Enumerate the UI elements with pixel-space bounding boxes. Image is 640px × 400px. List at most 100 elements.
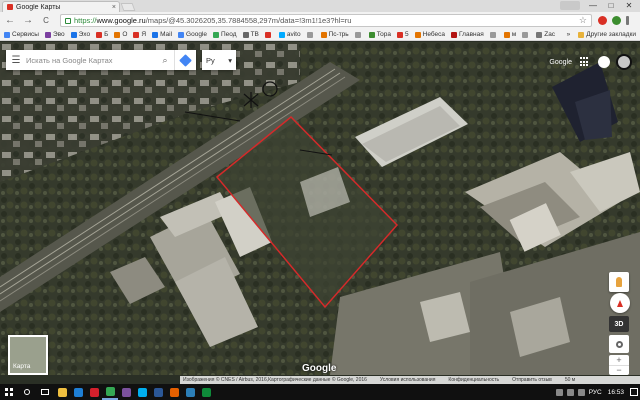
bookmark-item[interactable]: Mail [152, 31, 172, 38]
my-location-button[interactable] [609, 335, 629, 353]
tray-arrow-icon[interactable] [555, 388, 563, 396]
layers-toggle[interactable]: Карта [8, 335, 48, 375]
start-button[interactable] [0, 384, 18, 400]
bookmark-label: м [511, 31, 517, 38]
forward-button[interactable]: → [22, 15, 34, 27]
other-bookmarks[interactable]: » Другие закладки [567, 31, 636, 38]
bookmark-item[interactable]: Эхо [70, 31, 90, 38]
opera-extension-icon[interactable] [598, 16, 607, 25]
address-bar[interactable]: https://www.google.ru/maps/@45.3026205,3… [60, 14, 592, 27]
bookmark-label: Пеод [221, 31, 237, 38]
bookmark-item[interactable]: Сервисы [4, 31, 39, 38]
satellite-imagery [0, 42, 640, 375]
directions-button[interactable] [174, 50, 196, 70]
system-tray: РУС 16:53 [555, 384, 638, 400]
browser-tab[interactable]: Google Карты × [2, 1, 120, 12]
compass-button[interactable] [610, 293, 630, 313]
bookmark-favicon-icon [414, 31, 421, 38]
bookmark-item[interactable] [522, 31, 530, 38]
bookmark-label: avito [286, 31, 301, 38]
bookmark-item[interactable]: Б [96, 31, 108, 38]
bookmark-item[interactable]: 5 [397, 31, 409, 38]
bookmark-item[interactable] [264, 31, 273, 38]
notifications-icon[interactable] [598, 56, 610, 68]
bookmark-favicon-icon [178, 31, 185, 38]
street-view-pegman[interactable] [609, 272, 629, 292]
scale-bar[interactable]: 50 м [562, 377, 575, 383]
taskbar-search-button[interactable] [18, 384, 36, 400]
taskbar-app-media[interactable] [182, 384, 198, 400]
taskbar-app-chrome[interactable] [102, 384, 118, 400]
bookmark-item[interactable]: Google [178, 31, 207, 38]
bookmark-favicon-icon [397, 31, 403, 38]
avatar[interactable] [616, 54, 632, 70]
map-attribution: Изображения © CNES / Airbus, 2016,Картог… [180, 376, 640, 384]
taskbar-app-skype[interactable] [134, 384, 150, 400]
map-search-box[interactable]: ☰ Искать на Google Картах ⌕ [6, 50, 196, 70]
location-icon [615, 340, 623, 348]
privacy-link[interactable]: Конфиденциальность [445, 377, 499, 383]
bookmark-item[interactable]: Тора [368, 31, 391, 38]
bookmark-label: 5 [405, 31, 409, 38]
hamburger-menu-icon[interactable]: ☰ [6, 55, 26, 66]
more-bookmarks-chevron-icon: » [566, 31, 571, 38]
taskbar-app-viber[interactable] [118, 384, 134, 400]
taskbar-app-firefox[interactable] [166, 384, 182, 400]
bookmark-item[interactable]: Пс-трь [320, 31, 349, 38]
zoom-out-button[interactable]: − [609, 365, 629, 375]
taskbar-app-store[interactable] [198, 384, 214, 400]
maximize-button[interactable]: □ [602, 0, 620, 11]
bookmark-item[interactable] [306, 31, 315, 38]
bookmark-favicon-icon [503, 31, 510, 38]
bookmark-item[interactable]: ТВ [242, 31, 259, 38]
bookmark-item[interactable]: Я [133, 31, 146, 38]
apps-grid-icon[interactable] [580, 57, 590, 67]
reload-button[interactable]: C [40, 15, 52, 27]
terms-link[interactable]: Условия использования [377, 377, 436, 383]
satellite-map[interactable]: ☰ Искать на Google Картах ⌕ Ру ▾ Google … [0, 42, 640, 375]
new-tab-button[interactable] [120, 3, 136, 11]
task-view-button[interactable] [36, 384, 54, 400]
bookmark-item[interactable]: Главная [451, 31, 484, 38]
minimize-button[interactable]: — [584, 0, 602, 11]
bookmark-item[interactable]: Zac [536, 31, 555, 38]
search-input[interactable]: Искать на Google Картах [26, 56, 156, 65]
extension-icon[interactable] [612, 16, 621, 25]
language-select[interactable]: Ру ▾ [202, 50, 236, 70]
close-window-button[interactable]: ✕ [620, 0, 638, 11]
search-icon[interactable]: ⌕ [156, 55, 174, 66]
bookmark-item[interactable] [489, 31, 498, 38]
clock[interactable]: 16:53 [608, 389, 624, 396]
bookmark-item[interactable]: Небеса [414, 31, 445, 38]
store-icon [201, 387, 211, 397]
tab-close-icon[interactable]: × [112, 4, 116, 11]
bookmark-item[interactable]: м [503, 31, 517, 38]
taskbar-app-word[interactable] [150, 384, 166, 400]
pegman-icon [616, 277, 622, 287]
bookmark-item[interactable] [354, 31, 363, 38]
zoom-in-button[interactable]: + [609, 355, 629, 365]
bookmark-favicon-icon [242, 31, 249, 38]
map-account-controls: Google [549, 54, 632, 70]
bookmark-item[interactable]: Пеод [213, 31, 237, 38]
input-language[interactable]: РУС [589, 389, 602, 396]
bookmark-star-icon[interactable]: ☆ [579, 15, 587, 26]
profile-chip[interactable] [560, 1, 580, 10]
bookmark-favicon-icon [70, 31, 77, 38]
bookmark-favicon-icon [320, 31, 327, 38]
3d-toggle-button[interactable]: 3D [609, 316, 629, 332]
action-center-icon[interactable] [630, 388, 638, 396]
bookmark-item[interactable]: Эво [44, 31, 65, 38]
taskbar-app-explorer[interactable] [54, 384, 70, 400]
bookmark-item[interactable]: avito [278, 31, 301, 38]
bookmark-label: О [122, 31, 128, 38]
volume-icon[interactable] [577, 388, 585, 396]
back-button[interactable]: ← [4, 15, 16, 27]
taskbar-app-opera[interactable] [86, 384, 102, 400]
bookmark-item[interactable]: О [114, 31, 127, 38]
taskbar-app-edge[interactable] [70, 384, 86, 400]
menu-icon[interactable] [626, 16, 629, 25]
feedback-link[interactable]: Отправить отзыв [509, 377, 552, 383]
google-link[interactable]: Google [549, 59, 572, 66]
network-icon[interactable] [566, 388, 574, 396]
